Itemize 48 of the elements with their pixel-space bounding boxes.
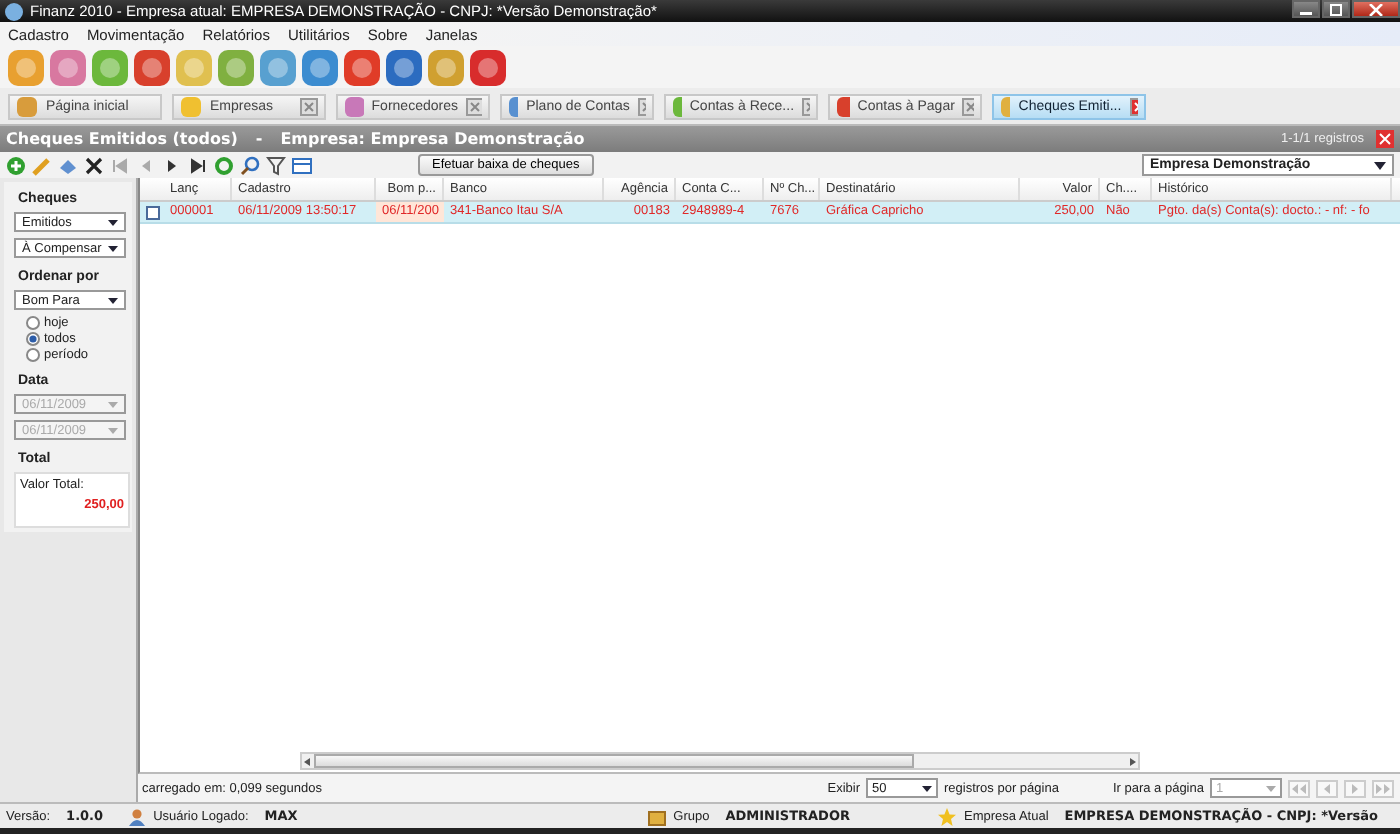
caret-icon (108, 297, 118, 303)
radio-button[interactable] (26, 332, 40, 346)
previous-page-button[interactable] (1316, 779, 1338, 797)
caret-icon (108, 219, 118, 225)
next-page-button[interactable] (1344, 779, 1366, 797)
folder-icon (647, 807, 666, 825)
add-icon[interactable] (6, 155, 26, 175)
first-page-icon (1292, 783, 1306, 793)
app-logo-icon (4, 1, 24, 21)
maximize-icon (1328, 3, 1344, 15)
separator-text: - (255, 130, 263, 148)
radio-button[interactable] (26, 316, 40, 330)
row-checkbox[interactable] (145, 205, 159, 219)
delete-icon[interactable] (84, 155, 104, 175)
close-tab-icon[interactable] (802, 97, 810, 115)
first-page-button[interactable] (1288, 779, 1310, 797)
close-button[interactable] (1352, 0, 1400, 18)
caret-icon (108, 427, 118, 433)
user-icon (127, 807, 146, 825)
last-icon[interactable] (188, 155, 208, 175)
last-page-button[interactable] (1372, 779, 1394, 797)
scroll-thumb[interactable] (314, 754, 914, 768)
section-company: Empresa: Empresa Demonstração (280, 130, 585, 148)
horizontal-scrollbar[interactable] (300, 752, 1140, 770)
minimize-button[interactable] (1292, 0, 1320, 18)
previous-page-icon (1320, 783, 1334, 793)
next-page-icon (1348, 783, 1362, 793)
scroll-left-icon[interactable] (302, 755, 314, 767)
scroll-right-icon[interactable] (1126, 755, 1138, 767)
close-icon (1368, 3, 1384, 15)
caret-icon (1374, 161, 1386, 169)
filter-icon[interactable] (266, 155, 286, 175)
radio-button[interactable] (26, 348, 40, 362)
caret-icon (108, 401, 118, 407)
close-tab-icon[interactable] (1129, 97, 1138, 115)
close-tab-icon[interactable] (637, 97, 646, 115)
columns-icon[interactable] (292, 155, 312, 175)
search-icon[interactable] (240, 155, 260, 175)
maximize-button[interactable] (1322, 0, 1350, 18)
section-title: Cheques Emitidos (todos) (6, 130, 238, 148)
close-tab-icon[interactable] (465, 97, 482, 115)
close-tab-icon[interactable] (300, 97, 318, 115)
last-page-icon (1376, 783, 1390, 793)
close-tab-icon[interactable] (962, 97, 974, 115)
caret-icon (1266, 785, 1276, 791)
caret-icon (922, 785, 932, 791)
caret-icon (108, 245, 118, 251)
close-icon[interactable] (1376, 130, 1394, 148)
